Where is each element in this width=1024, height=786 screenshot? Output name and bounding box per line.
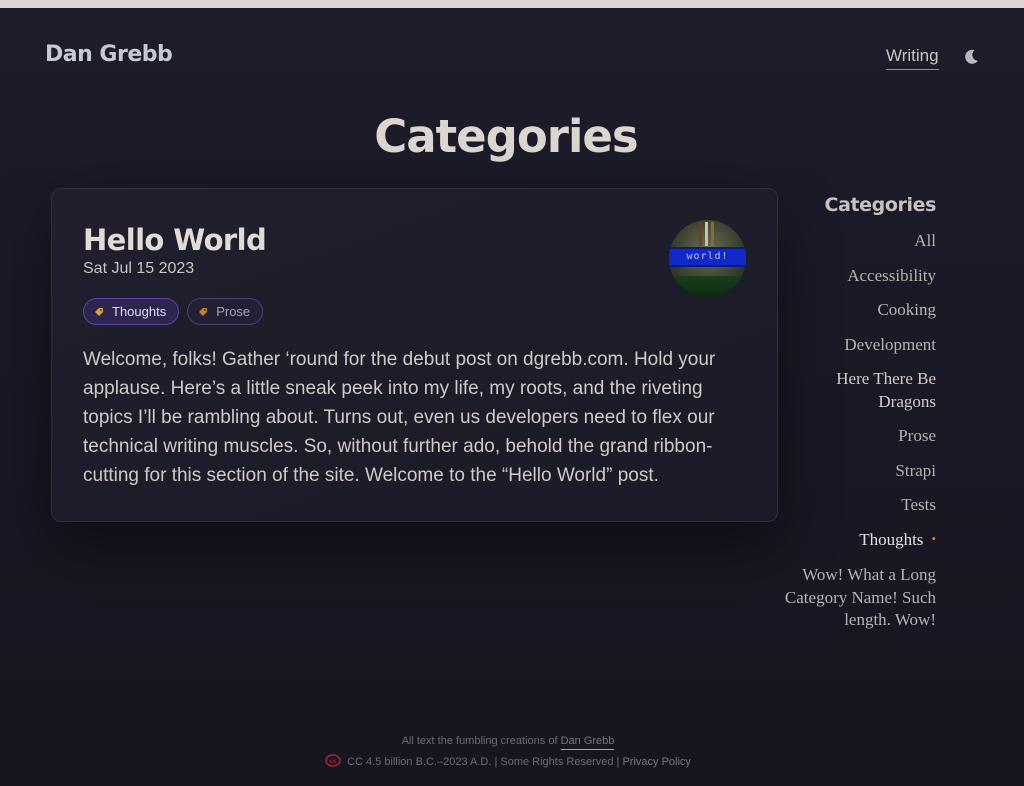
- post-thumbnail[interactable]: world!: [669, 220, 746, 297]
- theme-toggle-button[interactable]: [961, 47, 981, 67]
- post-excerpt: Welcome, folks! Gather ‘round for the de…: [83, 349, 716, 486]
- svg-text:cc: cc: [329, 758, 337, 765]
- post-date: Sat Jul 15 2023: [83, 260, 195, 277]
- tag-label: Thoughts: [112, 304, 167, 319]
- category-link-thoughts[interactable]: Thoughts •: [776, 529, 936, 553]
- category-sidebar: Categories All Accessibility Cooking Dev…: [776, 194, 936, 644]
- category-link-prose[interactable]: Prose: [776, 425, 936, 448]
- post-title[interactable]: Hello World: [83, 223, 267, 257]
- category-link-development[interactable]: Development: [776, 334, 936, 357]
- thumbnail-wires: [699, 222, 719, 246]
- sidebar-heading: Categories: [824, 194, 937, 216]
- category-link-strapi[interactable]: Strapi: [776, 460, 936, 483]
- site-footer: All text the fumbling creations of Dan G…: [0, 734, 1016, 774]
- tag-label: Prose: [216, 304, 251, 319]
- tag-thoughts[interactable]: Thoughts: [83, 298, 180, 325]
- post-tags: Thoughts Prose: [83, 298, 264, 325]
- category-link-tests[interactable]: Tests: [776, 494, 936, 517]
- footer-license-text: CC 4.5 billion B.C.–2023 A.D. | Some Rig…: [347, 756, 620, 768]
- moon-icon: [965, 49, 978, 64]
- category-link-accessibility[interactable]: Accessibility: [776, 265, 936, 288]
- category-link-here-there-be-dragons[interactable]: Here There Be Dragons: [776, 368, 936, 413]
- category-list: All Accessibility Cooking Development He…: [776, 230, 936, 632]
- tag-prose[interactable]: Prose: [187, 298, 264, 325]
- category-label: Thoughts: [859, 529, 924, 549]
- category-link-long-name[interactable]: Wow! What a Long Category Name! Such len…: [776, 564, 936, 632]
- footer-privacy-link[interactable]: Privacy Policy: [622, 756, 690, 768]
- current-category-dot: •: [931, 530, 936, 546]
- thumbnail-lcd-text: world!: [669, 247, 746, 267]
- nav-link-writing[interactable]: Writing: [886, 46, 939, 70]
- top-accent-bar: [0, 0, 1024, 8]
- creative-commons-icon: cc: [325, 754, 341, 767]
- footer-credit-text: All text the fumbling creations of: [401, 735, 558, 747]
- category-link-all[interactable]: All: [776, 230, 936, 253]
- tag-icon: [199, 307, 208, 316]
- footer-license: cc CC 4.5 billion B.C.–2023 A.D. | Some …: [0, 754, 1016, 774]
- site-title-link[interactable]: Dan Grebb: [45, 42, 173, 67]
- footer-credit: All text the fumbling creations of Dan G…: [0, 734, 1016, 754]
- post-card[interactable]: Hello World Sat Jul 15 2023 Thoughts Pro…: [51, 188, 778, 522]
- thumbnail-circuit-board: [669, 276, 746, 297]
- page-title: Categories: [374, 110, 638, 163]
- category-link-cooking[interactable]: Cooking: [776, 299, 936, 322]
- footer-author-link[interactable]: Dan Grebb: [560, 735, 615, 750]
- tag-icon: [95, 307, 103, 316]
